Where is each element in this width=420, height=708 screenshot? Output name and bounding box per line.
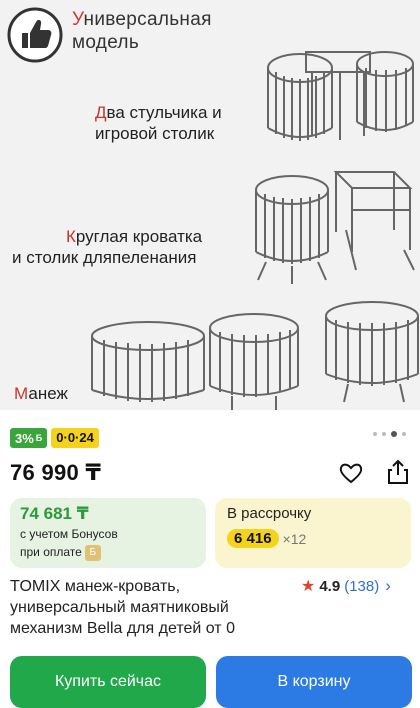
caption-playpen: Манеж [14, 384, 68, 403]
pagination-dot-active[interactable] [391, 431, 397, 437]
installment-card[interactable]: В рассрочку 6 416 ×12 [215, 498, 411, 568]
bonus-percent-badge: 3% Б [10, 428, 48, 448]
gallery-pagination[interactable] [373, 431, 406, 437]
product-image-gallery[interactable]: Универсальная модель Два стульчика и игр… [0, 0, 420, 410]
gallery-header-title: Универсальная модель [72, 9, 212, 53]
bonus-coin-icon: Б [84, 544, 101, 561]
bonus-price: 74 681 ₸ [20, 504, 89, 523]
installment-badge: 0·0·24 [51, 428, 99, 448]
installment-monthly-amount: 6 416 [227, 529, 279, 548]
caption-round-crib: Круглая кроватка и столик дляпеленания [12, 227, 203, 267]
promo-badges: 3% Б 0·0·24 [10, 428, 99, 448]
add-to-cart-button[interactable]: В корзину [216, 656, 412, 708]
installment-multiplier: ×12 [282, 530, 307, 547]
buy-now-button[interactable]: Купить сейчас [10, 656, 206, 708]
pagination-dot[interactable] [382, 432, 386, 436]
bonus-note-line1: с учетом Бонусов [20, 527, 118, 541]
product-rating[interactable]: ★ 4.9 (138) › [301, 576, 391, 596]
star-icon: ★ [301, 578, 316, 595]
product-title[interactable]: TOMIX манеж-кровать, универсальный маятн… [10, 576, 300, 639]
chevron-right-icon: › [385, 576, 391, 595]
favorite-heart-icon[interactable] [338, 460, 364, 486]
installment-title: В рассрочку [227, 505, 312, 522]
caption-chairs-table: Два стульчика и игровой столик [95, 103, 222, 143]
pagination-dot[interactable] [402, 432, 406, 436]
bonus-note-line2: при оплате Б [20, 544, 196, 561]
reviews-count: (138) [344, 577, 380, 595]
thumbs-up-icon [7, 7, 63, 63]
product-price: 76 990 ₸ [10, 460, 102, 485]
pagination-dot[interactable] [373, 432, 377, 436]
bonus-price-card[interactable]: 74 681 ₸ с учетом Бонусов при оплате Б [10, 498, 206, 568]
share-icon[interactable] [386, 459, 410, 485]
rating-score: 4.9 [319, 577, 341, 595]
